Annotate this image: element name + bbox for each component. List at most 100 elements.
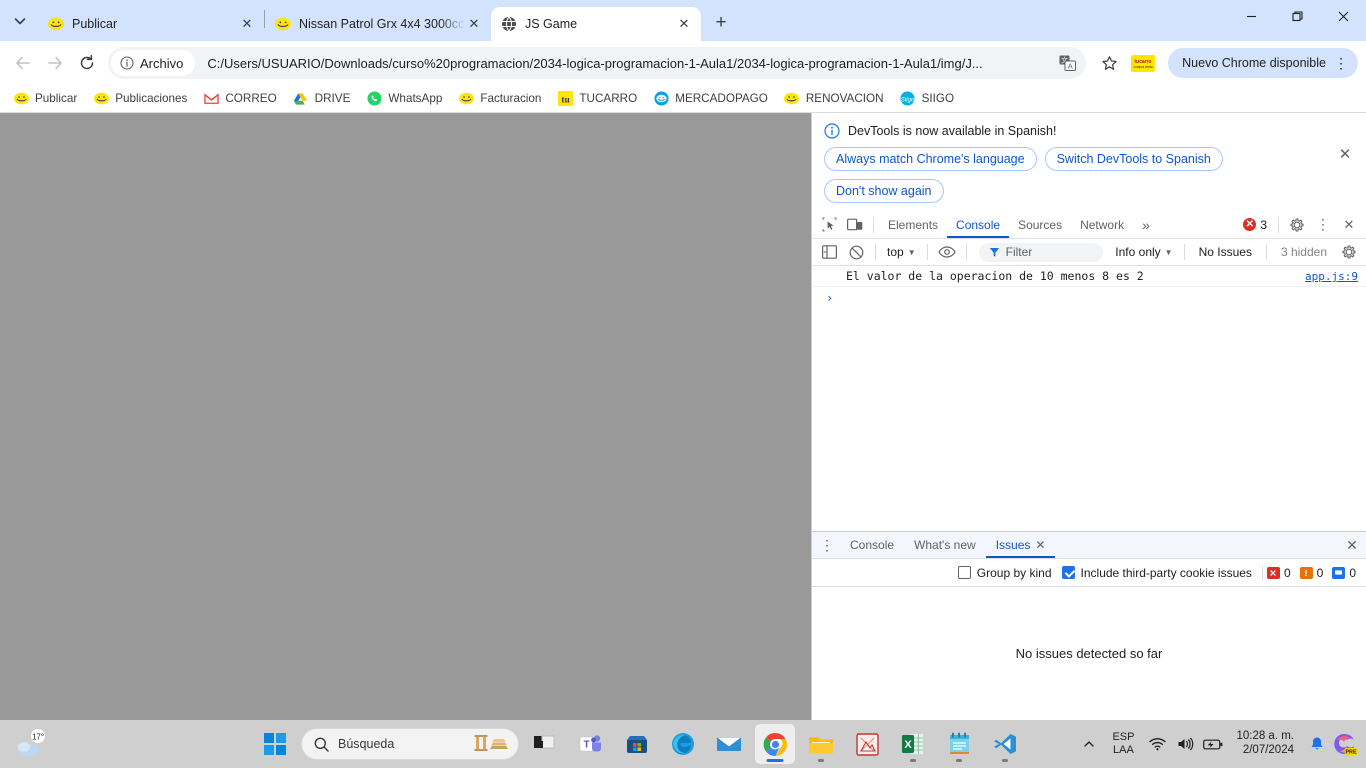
console-sidebar-icon[interactable] (816, 240, 842, 264)
drawer-menu-icon[interactable]: ⋮ (814, 533, 840, 557)
no-issues-status[interactable]: No Issues (1191, 245, 1260, 259)
minimize-button[interactable] (1228, 0, 1274, 32)
input-language-indicator[interactable]: ESP LAA (1104, 731, 1142, 756)
mail-icon[interactable] (709, 724, 749, 764)
translate-icon[interactable]: 文A (1054, 50, 1080, 76)
forward-icon[interactable] (40, 48, 70, 78)
dont-show-again-button[interactable]: Don't show again (824, 179, 944, 203)
back-icon[interactable] (8, 48, 38, 78)
info-count-item[interactable]: 0 (1332, 566, 1356, 580)
include-third-party-cookie-issues-checkbox[interactable]: Include third-party cookie issues (1061, 566, 1252, 580)
tab-js-game[interactable]: JS Game ✕ (491, 7, 701, 41)
console-context-selector[interactable]: top ▼ (882, 243, 921, 261)
copilot-icon[interactable]: PRE (1332, 728, 1358, 760)
tab-publicar[interactable]: Publicar ✕ (38, 7, 264, 41)
console-filter-input[interactable]: Filter (978, 242, 1104, 262)
warning-count-item[interactable]: 0 (1299, 566, 1323, 580)
whatsapp-icon (366, 91, 382, 107)
kebab-menu-icon[interactable]: ⋮ (1334, 55, 1348, 72)
notepad-icon[interactable] (939, 724, 979, 764)
console-input-prompt[interactable]: › (812, 287, 1366, 309)
microsoft-store-icon[interactable] (617, 724, 657, 764)
volume-icon[interactable] (1172, 728, 1198, 760)
new-tab-button[interactable]: + (707, 9, 735, 37)
drawer-tab-whats-new[interactable]: What's new (904, 532, 986, 558)
group-by-kind-checkbox[interactable]: Group by kind (957, 566, 1052, 580)
taskbar-weather-widget[interactable]: 17° (0, 729, 52, 759)
origin-chip[interactable]: Archivo (111, 50, 196, 76)
microsoft-edge-icon[interactable] (663, 724, 703, 764)
checkbox-box (1061, 566, 1075, 579)
microsoft-teams-icon[interactable]: T (571, 724, 611, 764)
drawer-tab-console[interactable]: Console (840, 532, 904, 558)
device-toolbar-icon[interactable] (842, 213, 868, 237)
tab-sources[interactable]: Sources (1009, 211, 1071, 238)
close-icon[interactable]: ✕ (465, 15, 483, 33)
more-tabs-icon[interactable]: » (1133, 211, 1159, 238)
devtools-menu-icon[interactable]: ⋮ (1310, 213, 1336, 237)
switch-devtools-spanish-button[interactable]: Switch DevTools to Spanish (1044, 147, 1223, 171)
bookmark-correo[interactable]: CORREO (196, 88, 283, 110)
drawer-close-icon[interactable]: ✕ (1340, 533, 1364, 557)
tab-nissan-patrol[interactable]: Nissan Patrol Grx 4x4 3000cc M ✕ (265, 7, 491, 41)
svg-text:17°: 17° (32, 733, 44, 742)
bookmark-siigo[interactable]: Siigo SIIGO (893, 88, 961, 110)
tray-expand-icon[interactable] (1076, 728, 1102, 760)
tab-elements[interactable]: Elements (879, 211, 947, 238)
bookmark-facturacion[interactable]: Facturacion (451, 88, 548, 110)
error-count-item[interactable]: 0 (1266, 566, 1291, 580)
always-match-language-button[interactable]: Always match Chrome's language (824, 147, 1037, 171)
close-button[interactable] (1320, 0, 1366, 32)
inspect-cursor-icon[interactable] (816, 213, 842, 237)
file-explorer-icon[interactable] (801, 724, 841, 764)
bookmark-whatsapp[interactable]: WhatsApp (359, 88, 449, 110)
chrome-update-button[interactable]: Nuevo Chrome disponible ⋮ (1168, 48, 1358, 78)
close-icon[interactable]: ✕ (238, 15, 256, 33)
tab-console[interactable]: Console (947, 211, 1009, 238)
image-viewer-icon[interactable] (847, 724, 887, 764)
url-text[interactable]: C:/Users/USUARIO/Downloads/curso%20progr… (207, 56, 1054, 71)
bookmark-tucarro[interactable]: tu TUCARRO (550, 88, 644, 110)
close-icon[interactable]: ✕ (675, 15, 693, 33)
windows-start-icon[interactable] (255, 724, 295, 764)
drawer-tab-issues[interactable]: Issues ✕ (986, 532, 1056, 558)
visual-studio-code-icon[interactable] (985, 724, 1025, 764)
bookmark-star-icon[interactable] (1094, 48, 1124, 78)
bookmark-drive[interactable]: DRIVE (286, 88, 358, 110)
bookmark-publicar[interactable]: Publicar (6, 88, 84, 110)
knowledge-widget-icon[interactable] (474, 733, 510, 755)
bookmark-mercadopago[interactable]: MERCADOPAGO (646, 88, 775, 110)
taskbar-clock[interactable]: 10:28 a. m. 2/07/2024 (1228, 730, 1302, 758)
bookmark-publicaciones[interactable]: Publicaciones (86, 88, 194, 110)
live-expression-icon[interactable] (934, 240, 960, 264)
google-chrome-icon[interactable] (755, 724, 795, 764)
devtools-close-icon[interactable]: ✕ (1336, 213, 1362, 237)
address-bar[interactable]: Archivo C:/Users/USUARIO/Downloads/curso… (108, 47, 1087, 79)
console-settings-gear-icon[interactable] (1336, 240, 1362, 264)
reload-icon[interactable] (72, 48, 102, 78)
console-message-source-link[interactable]: app.js:9 (1305, 270, 1358, 283)
lenovo-vantage-icon[interactable] (525, 724, 565, 764)
notice-close-icon[interactable]: ✕ (1334, 143, 1356, 165)
battery-charging-icon[interactable] (1200, 728, 1226, 760)
console-message-row[interactable]: El valor de la operacion de 10 menos 8 e… (812, 266, 1366, 287)
toolbar-divider (1278, 216, 1279, 233)
maximize-button[interactable] (1274, 0, 1320, 32)
warning-issue-icon (1299, 566, 1313, 579)
taskbar-search-input[interactable]: Búsqueda (301, 728, 519, 760)
console-output[interactable]: El valor de la operacion de 10 menos 8 e… (812, 266, 1366, 531)
tab-network[interactable]: Network (1071, 211, 1133, 238)
clear-console-icon[interactable] (843, 240, 869, 264)
wifi-icon[interactable] (1144, 728, 1170, 760)
bookmark-renovacion[interactable]: RENOVACION (777, 88, 891, 110)
drive-icon (293, 91, 309, 107)
error-count-badge[interactable]: ✕ 3 (1237, 218, 1273, 232)
drawer-tab-close-icon[interactable]: ✕ (1035, 538, 1045, 552)
tucarro-extension-icon[interactable]: tucarro compra venta (1130, 53, 1156, 73)
hidden-messages-status[interactable]: 3 hidden (1273, 245, 1335, 259)
console-level-selector[interactable]: Info only ▼ (1110, 243, 1177, 261)
microsoft-excel-icon[interactable]: X (893, 724, 933, 764)
gear-icon[interactable] (1284, 213, 1310, 237)
tab-search-icon[interactable] (6, 7, 34, 35)
bell-icon[interactable] (1304, 728, 1330, 760)
